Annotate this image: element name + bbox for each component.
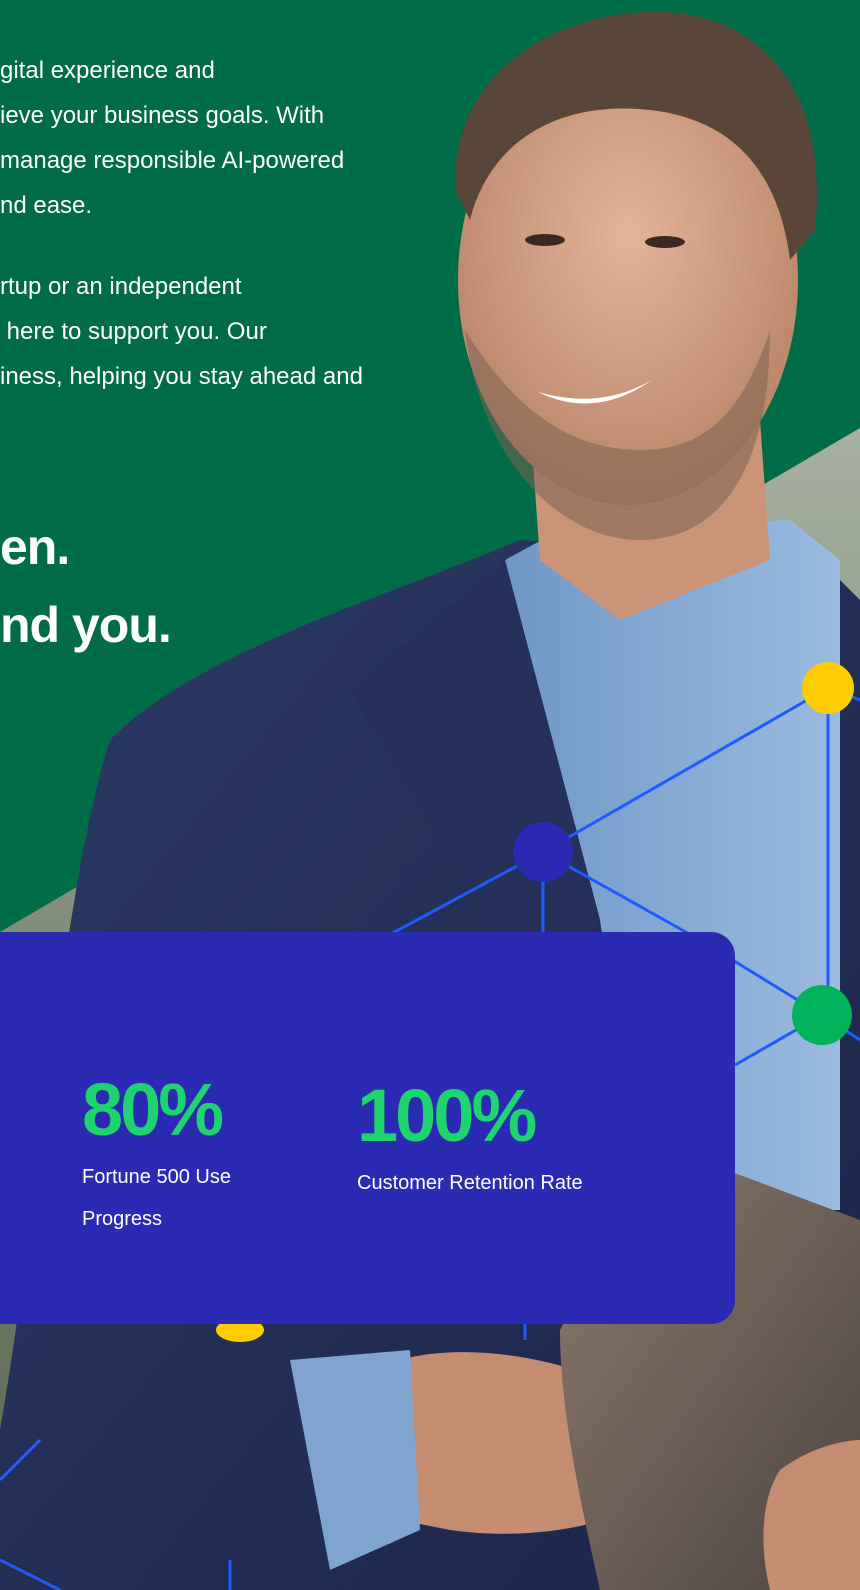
stat-label: Customer Retention Rate (357, 1172, 583, 1194)
headline-line-2: nd you. (0, 597, 172, 653)
intro-paragraph-1: gital experience and ieve your business … (0, 57, 345, 219)
stat-fortune-500: 80% Fortune 500 Use Progress (82, 1070, 252, 1240)
stat-value: 100% (357, 1074, 537, 1157)
stat-value: 80% (82, 1068, 224, 1151)
network-node-yellow (802, 662, 854, 714)
stats-card: 80% Fortune 500 Use Progress 100% Custom… (0, 932, 735, 1324)
intro-paragraph-2: rtup or an independent here to support y… (0, 273, 363, 390)
network-node-blue (513, 822, 573, 882)
stat-customer-retention: 100% Customer Retention Rate (357, 1076, 597, 1204)
hero-headline: en. nd you. (0, 508, 172, 664)
headline-line-1: en. (0, 519, 70, 575)
network-node-green (792, 985, 852, 1045)
stat-label: Fortune 500 Use Progress (82, 1166, 231, 1230)
intro-text: gital experience and ieve your business … (0, 48, 400, 435)
